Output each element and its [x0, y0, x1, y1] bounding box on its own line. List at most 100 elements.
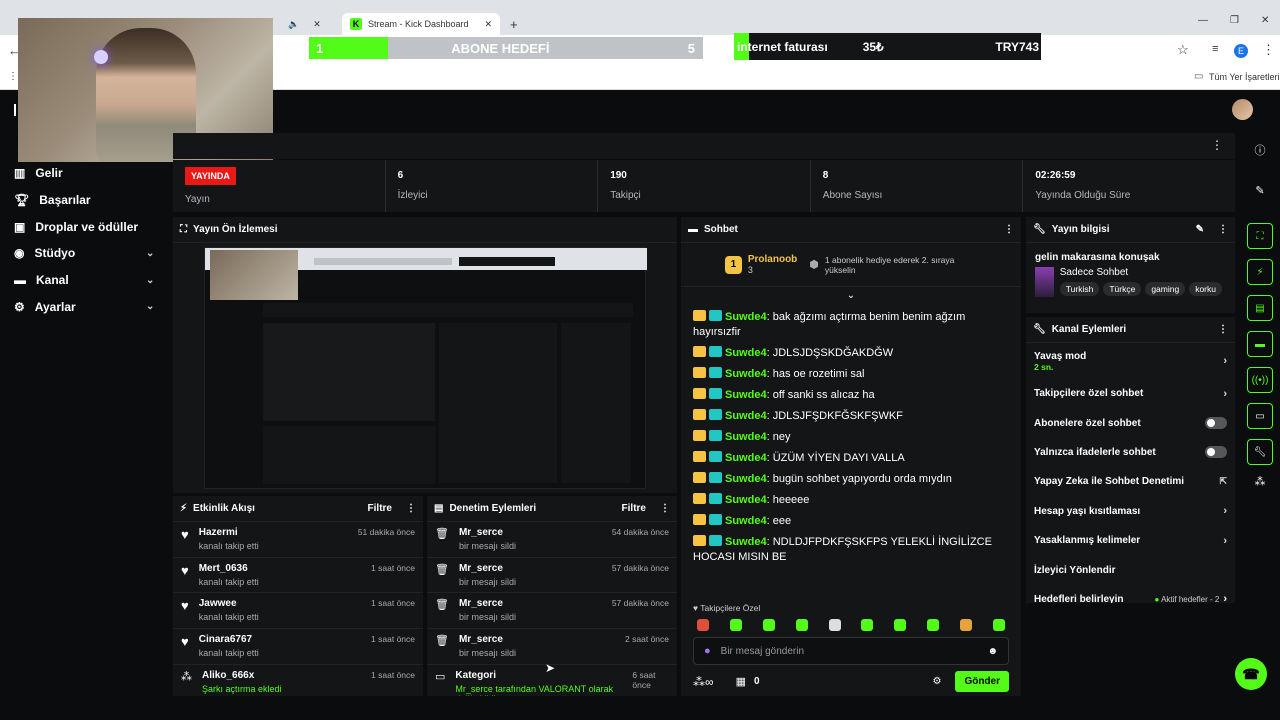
info-toggle-icon[interactable]: ▭: [1247, 403, 1273, 429]
tab-previous[interactable]: 🔈 ✕: [280, 13, 340, 35]
info-icon[interactable]: ⓘ: [1240, 142, 1280, 158]
chat-user[interactable]: Suwde4: [725, 515, 767, 527]
chat-user[interactable]: Suwde4: [725, 347, 767, 359]
close-window-icon[interactable]: ✕: [1261, 15, 1269, 26]
ai-moderation-row[interactable]: Yapay Zeka ile Sohbet Denetimi ⇱: [1026, 467, 1235, 496]
chat-user[interactable]: Suwde4: [725, 311, 767, 323]
feed-user[interactable]: Cinara6767: [199, 634, 259, 645]
followers-only-row[interactable]: Takipçilere özel sohbet ›: [1026, 379, 1235, 408]
new-tab-icon[interactable]: +: [502, 13, 526, 35]
emoji-icon[interactable]: ☻: [987, 646, 998, 657]
mic-icon[interactable]: ●: [704, 645, 711, 657]
emote-icon[interactable]: [861, 619, 874, 631]
mod-user[interactable]: Kategori: [455, 670, 622, 681]
minimize-icon[interactable]: —: [1198, 15, 1208, 26]
pencil-icon[interactable]: ✎: [1240, 184, 1280, 197]
emote-icon[interactable]: [894, 619, 907, 631]
send-button[interactable]: Gönder: [955, 671, 1009, 692]
emote-icon[interactable]: [697, 619, 709, 631]
emote-icon[interactable]: [795, 619, 808, 631]
panel-menu-icon[interactable]: ⋮: [660, 503, 670, 514]
emote-icon[interactable]: [762, 619, 775, 631]
panel-menu-icon[interactable]: ⋮: [1218, 224, 1228, 235]
chat-user[interactable]: Suwde4: [725, 452, 767, 464]
emote-icon[interactable]: [828, 619, 841, 631]
raid-row[interactable]: İzleyici Yönlendir: [1026, 555, 1235, 584]
browser-menu-icon[interactable]: ⋮: [1262, 42, 1275, 58]
panel-menu-icon[interactable]: ⋮: [1004, 224, 1014, 235]
donation-goal-title: internet faturası: [737, 39, 828, 54]
bookmark-star-icon[interactable]: ☆: [1177, 42, 1189, 58]
feed-user[interactable]: Aliko_666x: [202, 670, 282, 681]
broadcast-toggle-icon[interactable]: ((•)): [1247, 367, 1273, 393]
chat-toggle-icon[interactable]: ▬: [1247, 331, 1273, 357]
mod-user[interactable]: Mr_serce: [459, 563, 516, 574]
sidebar-item-kanal[interactable]: ▬ Kanal ⌄: [0, 267, 172, 294]
chat-settings-icon[interactable]: ⚙: [932, 676, 941, 687]
feed-user[interactable]: Hazermi: [199, 527, 259, 538]
chevron-right-icon: ›: [1223, 387, 1227, 400]
infinity-icon[interactable]: ⁂∞: [693, 675, 714, 689]
moderation-toggle-icon[interactable]: ▤: [1247, 295, 1273, 321]
profile-avatar[interactable]: E: [1234, 44, 1248, 58]
help-button[interactable]: ☎: [1235, 658, 1267, 690]
filter-button[interactable]: Filtre: [622, 503, 646, 514]
tag[interactable]: gaming: [1145, 282, 1186, 296]
tag[interactable]: korku: [1189, 282, 1222, 296]
subs-only-toggle[interactable]: [1205, 417, 1227, 430]
tab-close-icon[interactable]: ✕: [313, 19, 321, 30]
tab-kick-dashboard[interactable]: K Stream - Kick Dashboard ✕: [342, 13, 500, 35]
feed-user[interactable]: Jawwee: [199, 598, 259, 609]
filter-button[interactable]: Filtre: [368, 503, 392, 514]
chat-user[interactable]: Suwde4: [725, 368, 767, 380]
activity-toggle-icon[interactable]: ⚡︎: [1247, 259, 1273, 285]
chat-user[interactable]: Suwde4: [725, 410, 767, 422]
sidebar-item-droplar[interactable]: ▣ Droplar ve ödüller: [0, 213, 172, 240]
account-age-row[interactable]: Hesap yaşı kısıtlaması ›: [1026, 497, 1235, 526]
kicks-count: 0: [753, 676, 760, 687]
mod-user[interactable]: Mr_serce: [459, 598, 516, 609]
slow-mode-row[interactable]: Yavaş mod 2 sn. ›: [1026, 343, 1235, 379]
all-bookmarks-link[interactable]: Tüm Yer İşaretleri: [1209, 72, 1280, 82]
emote-icon[interactable]: [729, 619, 742, 631]
pinned-user[interactable]: Prolanoob: [748, 254, 797, 265]
chat-user[interactable]: Suwde4: [725, 494, 767, 506]
collapse-chevron-icon[interactable]: ⌄: [681, 287, 1021, 307]
category-name[interactable]: Sadece Sohbet: [1060, 267, 1226, 278]
tab-close-icon[interactable]: ✕: [484, 19, 492, 30]
chat-user[interactable]: Suwde4: [725, 431, 767, 443]
sidebar-item-label: Stüdyo: [34, 246, 76, 261]
goals-row[interactable]: Hedefleri belirleyin ● Aktif hedefler - 2…: [1026, 585, 1235, 603]
maximize-icon[interactable]: ❐: [1230, 15, 1239, 26]
category-thumbnail[interactable]: [1035, 267, 1054, 297]
mod-user[interactable]: Mr_serce: [459, 634, 516, 645]
emote-icon[interactable]: [960, 619, 972, 631]
preview-toggle-icon[interactable]: ⛶: [1247, 223, 1273, 249]
chat-user[interactable]: Suwde4: [725, 389, 767, 401]
more-icon[interactable]: ⁂: [1240, 475, 1280, 488]
emotes-only-toggle[interactable]: [1205, 446, 1227, 459]
sidebar-item-basarilar[interactable]: 🏆︎ Başarılar: [0, 187, 172, 214]
mod-user[interactable]: Mr_serce: [459, 527, 516, 538]
panel-menu-icon[interactable]: ⋮: [1218, 324, 1228, 335]
chat-input[interactable]: Bir mesaj gönderin: [721, 646, 804, 657]
panel-menu-icon[interactable]: ⋮: [406, 503, 416, 514]
chat-input-box[interactable]: ● Bir mesaj gönderin ☻: [693, 637, 1009, 665]
emote-icon[interactable]: [927, 619, 940, 631]
edit-icon[interactable]: ✎: [1196, 224, 1204, 235]
tag[interactable]: Türkçe: [1103, 282, 1142, 296]
stream-preview-video[interactable]: [204, 247, 647, 489]
media-icon[interactable]: ≡: [1212, 43, 1218, 55]
sidebar-item-gelir[interactable]: ▥ Gelir: [0, 160, 172, 187]
actions-toggle-icon[interactable]: 🔧︎: [1247, 439, 1273, 465]
stats-menu-icon[interactable]: ⋮: [1211, 138, 1223, 152]
banned-words-row[interactable]: Yasaklanmış kelimeler ›: [1026, 526, 1235, 555]
sidebar-item-studyo[interactable]: ◉ Stüdyo ⌄: [0, 240, 172, 267]
chat-user[interactable]: Suwde4: [725, 473, 767, 485]
emote-icon[interactable]: [992, 619, 1005, 631]
user-avatar[interactable]: [1232, 99, 1253, 120]
chat-user[interactable]: Suwde4: [725, 536, 767, 548]
tag[interactable]: Turkish: [1059, 282, 1100, 296]
sidebar-item-ayarlar[interactable]: ⚙ Ayarlar ⌄: [0, 293, 172, 320]
feed-user[interactable]: Mert_0636: [199, 563, 259, 574]
